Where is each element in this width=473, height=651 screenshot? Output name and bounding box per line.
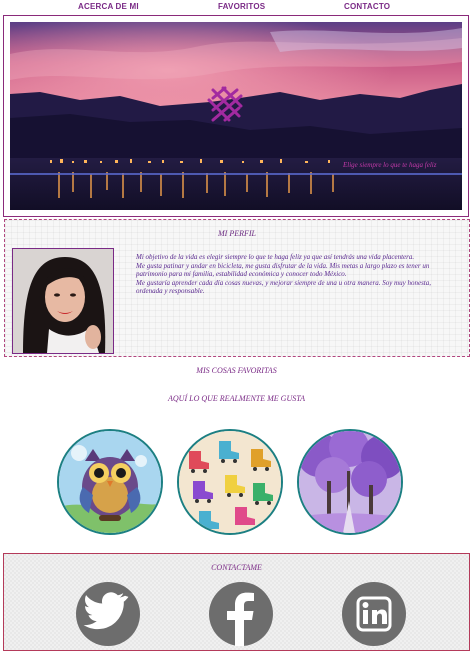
contact-title: CONTACTAME — [211, 563, 262, 572]
twitter-icon — [83, 592, 129, 630]
favorite-jacaranda-image[interactable] — [297, 429, 403, 535]
favorite-owl-image[interactable] — [57, 429, 163, 535]
profile-bio: Mi objetivo de la vida es elegir siempre… — [136, 253, 452, 296]
favorites-subtitle: AQUÍ LO QUE REALMENTE ME GUSTA — [168, 394, 305, 403]
bio-paragraph: Me gusta patinar y andar en bicicleta, m… — [136, 261, 430, 279]
nav-contact-link[interactable]: CONTACTO — [344, 2, 390, 11]
linkedin-icon — [356, 596, 392, 632]
nav-about-link[interactable]: ACERCA DE MI — [78, 2, 139, 11]
top-nav: ACERCA DE MI FAVORITOS CONTACTO — [0, 0, 473, 14]
hero-motto: Elige siempre lo que te haga feliz — [343, 161, 437, 169]
profile-section: MI PERFIL Mi objetivo de la vida es eleg… — [4, 219, 470, 357]
hero-frame: Elige siempre lo que te haga feliz — [3, 15, 469, 217]
hashtag-logo-icon — [207, 86, 243, 122]
bio-paragraph: Me gustaría aprender cada día cosas nuev… — [136, 278, 431, 296]
linkedin-link[interactable] — [342, 582, 406, 646]
favorites-title: MIS COSAS FAVORITAS — [196, 366, 277, 375]
profile-avatar — [12, 248, 114, 354]
nav-favorites-link[interactable]: FAVORITOS — [218, 2, 265, 11]
contact-section: CONTACTAME — [3, 553, 470, 651]
favorite-skates-image[interactable] — [177, 429, 283, 535]
bio-paragraph: Mi objetivo de la vida es elegir siempre… — [136, 253, 415, 261]
twitter-link[interactable] — [76, 582, 140, 646]
hero-banner: Elige siempre lo que te haga feliz — [10, 22, 462, 210]
profile-photo — [13, 249, 113, 353]
owl-illustration — [59, 431, 161, 533]
roller-skates-pattern — [179, 431, 281, 533]
profile-title: MI PERFIL — [218, 229, 256, 238]
jacaranda-trees-photo — [299, 431, 401, 533]
facebook-link[interactable] — [209, 582, 273, 646]
facebook-icon — [227, 592, 254, 646]
